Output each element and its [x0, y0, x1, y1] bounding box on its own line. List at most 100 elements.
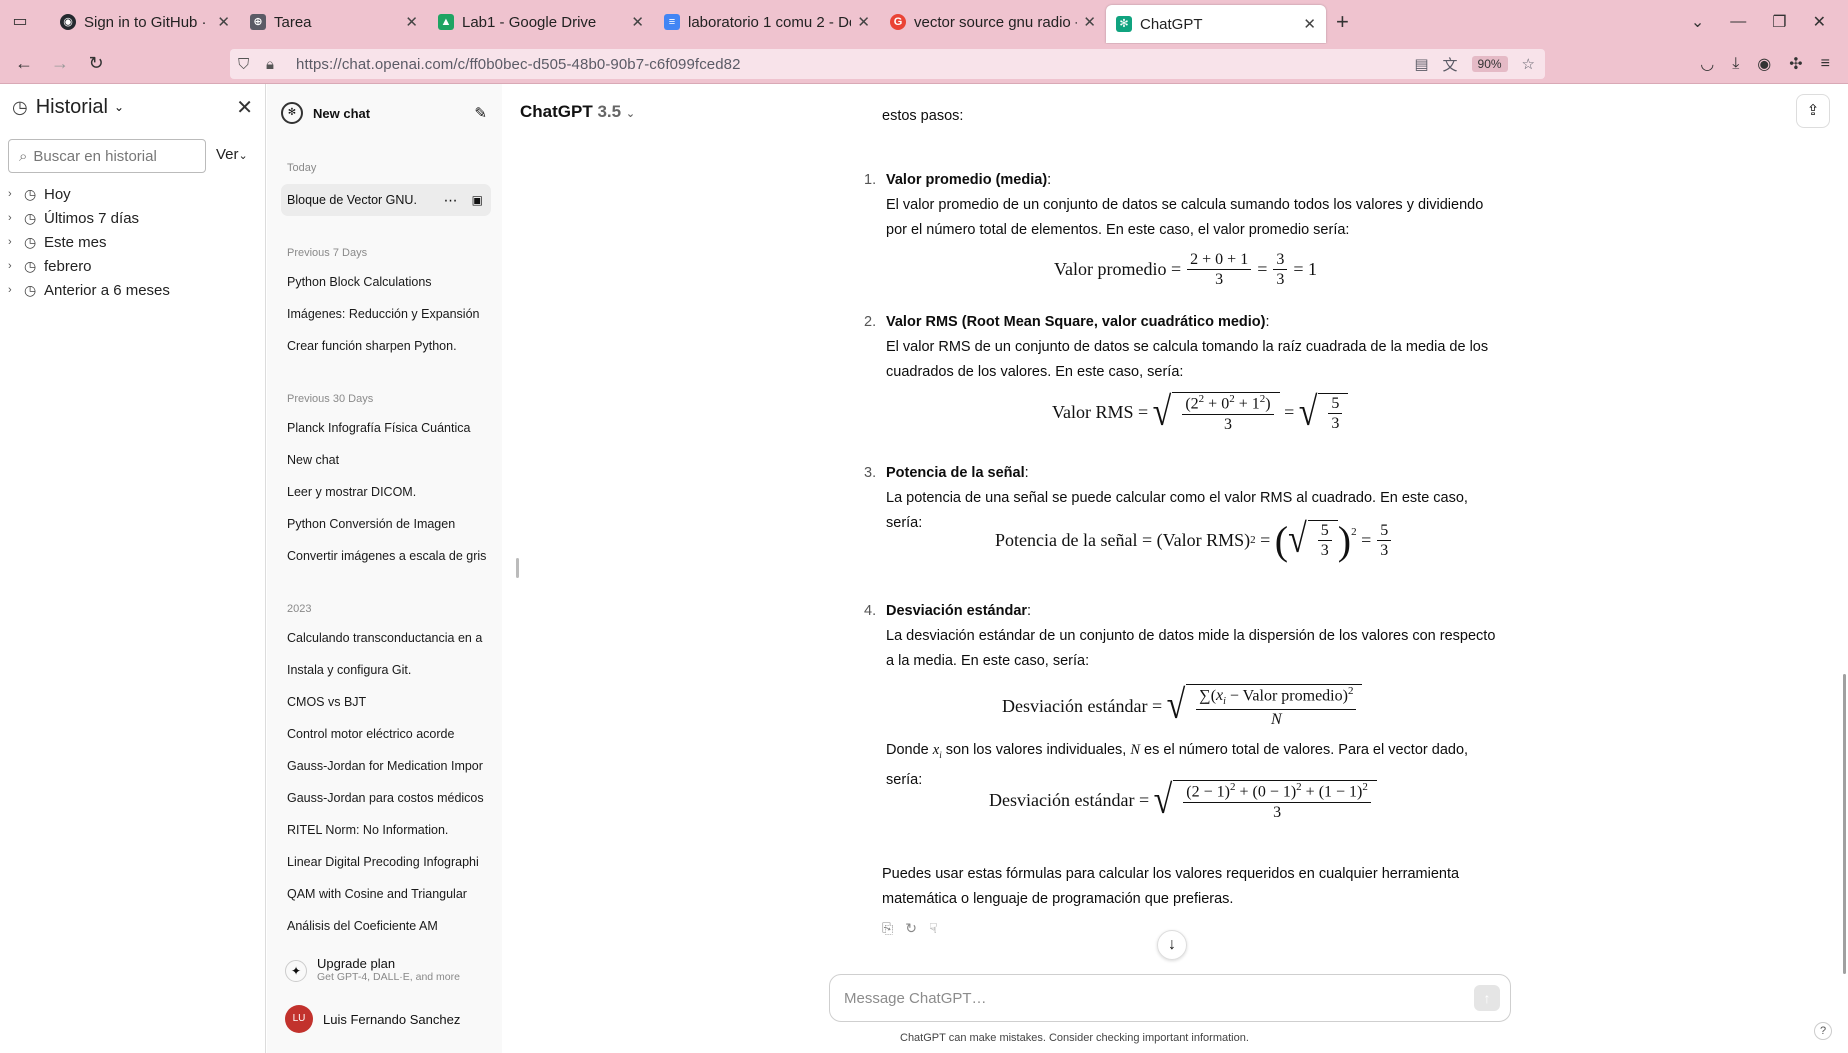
- upgrade-plan-button[interactable]: ✦ Upgrade plan Get GPT-4, DALL·E, and mo…: [285, 956, 490, 983]
- chat-item[interactable]: Gauss-Jordan para costos médicos: [287, 791, 487, 805]
- new-tab-icon[interactable]: +: [1336, 9, 1349, 35]
- chat-item[interactable]: Instala y configura Git.: [287, 663, 487, 677]
- chevron-down-icon[interactable]: ⌄: [114, 100, 124, 114]
- close-tab-icon[interactable]: ✕: [405, 13, 418, 31]
- chat-sidebar: ✻ New chat ✎ Today Bloque de Vector GNU.…: [267, 84, 502, 1053]
- history-sidebar: ◷ Historial ⌄ ✕ ⌕ Buscar en historial Ve…: [0, 84, 266, 1053]
- step-number: 1.: [864, 172, 877, 188]
- sparkle-icon: ✦: [285, 960, 307, 982]
- history-list: › ◷ Hoy › ◷ Últimos 7 días › ◷ Este mes › ◷ febr…: [8, 182, 258, 302]
- tab-docs[interactable]: ≡ laboratorio 1 comu 2 - Do ✕: [654, 4, 880, 40]
- model-selector[interactable]: ChatGPT 3.5 ⌄: [520, 102, 635, 122]
- bookmark-star-icon[interactable]: ☆: [1522, 55, 1535, 73]
- minimize-icon[interactable]: —: [1730, 13, 1746, 31]
- new-chat-button[interactable]: ✻ New chat ✎: [281, 96, 487, 130]
- chat-item[interactable]: Convertir imágenes a escala de gris: [287, 549, 487, 563]
- reader-view-icon[interactable]: ▤: [1414, 55, 1428, 73]
- scroll-down-icon[interactable]: ↓: [1157, 930, 1187, 960]
- zoom-level[interactable]: 90%: [1471, 56, 1508, 72]
- regenerate-icon[interactable]: ↻: [905, 920, 917, 937]
- chat-item[interactable]: Linear Digital Precoding Infographi: [287, 855, 487, 869]
- close-tab-icon[interactable]: ✕: [1303, 15, 1316, 33]
- user-menu[interactable]: LU Luis Fernando Sanchez: [285, 1005, 460, 1033]
- translate-icon[interactable]: 文: [1443, 54, 1458, 75]
- chat-item[interactable]: Python Block Calculations: [287, 275, 487, 289]
- history-search-input[interactable]: ⌕ Buscar en historial: [8, 139, 206, 173]
- avatar: LU: [285, 1005, 313, 1033]
- step-number: 2.: [864, 314, 877, 330]
- message-input[interactable]: Message ChatGPT… ↑: [829, 974, 1511, 1022]
- share-icon[interactable]: ⇪: [1796, 94, 1830, 128]
- edit-icon[interactable]: ✎: [474, 104, 487, 122]
- close-tab-icon[interactable]: ✕: [857, 13, 870, 31]
- forward-icon[interactable]: →: [42, 53, 78, 74]
- chat-item[interactable]: Análisis del Coeficiente AM: [287, 919, 487, 933]
- history-group[interactable]: › ◷ Anterior a 6 meses: [8, 278, 258, 302]
- url-bar[interactable]: ⛉ 🔒︎ https://chat.openai.com/c/ff0b0bec-…: [230, 49, 1545, 79]
- expand-icon: ›: [8, 284, 12, 296]
- close-tab-icon[interactable]: ✕: [631, 13, 644, 31]
- scrollbar[interactable]: [1843, 674, 1846, 974]
- chat-item[interactable]: RITEL Norm: No Information.: [287, 823, 487, 837]
- menu-icon[interactable]: ≡: [1821, 55, 1830, 73]
- tab-github[interactable]: ◉ Sign in to GitHub · GitHub ✕: [50, 4, 240, 40]
- history-group[interactable]: › ◷ Hoy: [8, 182, 258, 206]
- history-group[interactable]: › ◷ Este mes: [8, 230, 258, 254]
- url-text[interactable]: https://chat.openai.com/c/ff0b0bec-d505-…: [296, 56, 741, 73]
- restore-icon[interactable]: ❐: [1772, 12, 1786, 32]
- chat-item[interactable]: Python Conversión de Imagen: [287, 517, 487, 531]
- reload-icon[interactable]: ↻: [78, 53, 114, 74]
- disclaimer: ChatGPT can make mistakes. Consider chec…: [900, 1032, 1249, 1044]
- download-icon[interactable]: ⤓: [1732, 55, 1739, 73]
- help-icon[interactable]: ?: [1814, 1022, 1832, 1040]
- pocket-icon[interactable]: ◡: [1700, 54, 1714, 74]
- formula-power: Potencia de la señal = (Valor RMS) 2 = (√…: [995, 519, 1397, 560]
- closing-text: Puedes usar estas fórmulas para calcular…: [882, 866, 1460, 907]
- history-view-button[interactable]: Ver⌄: [216, 146, 248, 163]
- tab-tarea[interactable]: ⊕ Tarea ✕: [240, 4, 428, 40]
- chat-item[interactable]: Control motor eléctrico acorde: [287, 727, 487, 741]
- chat-item[interactable]: Imágenes: Reducción y Expansión: [287, 307, 487, 321]
- more-options-icon[interactable]: ⋯: [444, 192, 458, 209]
- close-tab-icon[interactable]: ✕: [217, 13, 230, 31]
- tab-google[interactable]: G vector source gnu radio - ✕: [880, 4, 1106, 40]
- formula-rms: Valor RMS = √ (22 + 02 + 12) 3 = √ 5 3: [1052, 392, 1349, 434]
- back-icon[interactable]: ←: [6, 53, 42, 74]
- chat-item[interactable]: Crear función sharpen Python.: [287, 339, 487, 353]
- chat-item[interactable]: Planck Infografía Física Cuántica: [287, 421, 487, 435]
- archive-icon[interactable]: ▣: [472, 193, 483, 207]
- history-title[interactable]: Historial: [36, 96, 108, 119]
- thumbs-down-icon[interactable]: ☟: [929, 920, 938, 937]
- lock-icon[interactable]: 🔒︎: [266, 56, 286, 73]
- chevron-down-icon[interactable]: ⌄: [1691, 12, 1704, 32]
- history-group[interactable]: › ◷ febrero: [8, 254, 258, 278]
- step-number: 4.: [864, 603, 877, 619]
- close-tab-icon[interactable]: ✕: [1083, 13, 1096, 31]
- shield-icon[interactable]: ⛉: [238, 56, 258, 73]
- drive-icon: ▲: [438, 14, 454, 30]
- copy-icon[interactable]: ⎘: [882, 920, 893, 937]
- tab-chatgpt[interactable]: ✻ ChatGPT ✕: [1106, 5, 1326, 43]
- close-window-icon[interactable]: ✕: [1813, 12, 1826, 32]
- sidebar-resize-handle[interactable]: [516, 558, 519, 578]
- clock-icon: ◷: [24, 185, 37, 202]
- chat-item[interactable]: CMOS vs BJT: [287, 695, 487, 709]
- expand-icon: ›: [8, 236, 12, 248]
- history-group[interactable]: › ◷ Últimos 7 días: [8, 206, 258, 230]
- chat-item[interactable]: Gauss-Jordan for Medication Impor: [287, 759, 487, 773]
- chat-item[interactable]: Leer y mostrar DICOM.: [287, 485, 487, 499]
- tab-list-icon[interactable]: ▭: [10, 12, 30, 32]
- chat-item[interactable]: Calculando transconductancia en a: [287, 631, 487, 645]
- step-2: Valor RMS (Root Mean Square, valor cuadr…: [886, 314, 1489, 380]
- close-icon[interactable]: ✕: [236, 95, 253, 120]
- chat-item[interactable]: New chat: [287, 453, 487, 467]
- tab-drive[interactable]: ▲ Lab1 - Google Drive ✕: [428, 4, 654, 40]
- account-icon[interactable]: ◉: [1757, 54, 1771, 74]
- extensions-icon[interactable]: ✣: [1789, 54, 1802, 74]
- send-icon[interactable]: ↑: [1474, 985, 1500, 1011]
- gamepad-icon: ⊕: [250, 14, 266, 30]
- chat-item-active[interactable]: Bloque de Vector GNU. ⋯ ▣: [281, 184, 491, 216]
- chat-item[interactable]: QAM with Cosine and Triangular: [287, 887, 487, 901]
- section-previous-30-days: Previous 30 Days: [287, 393, 374, 405]
- browser-window: ▭ ◉ Sign in to GitHub · GitHub ✕ ⊕ Tarea…: [0, 0, 1848, 1053]
